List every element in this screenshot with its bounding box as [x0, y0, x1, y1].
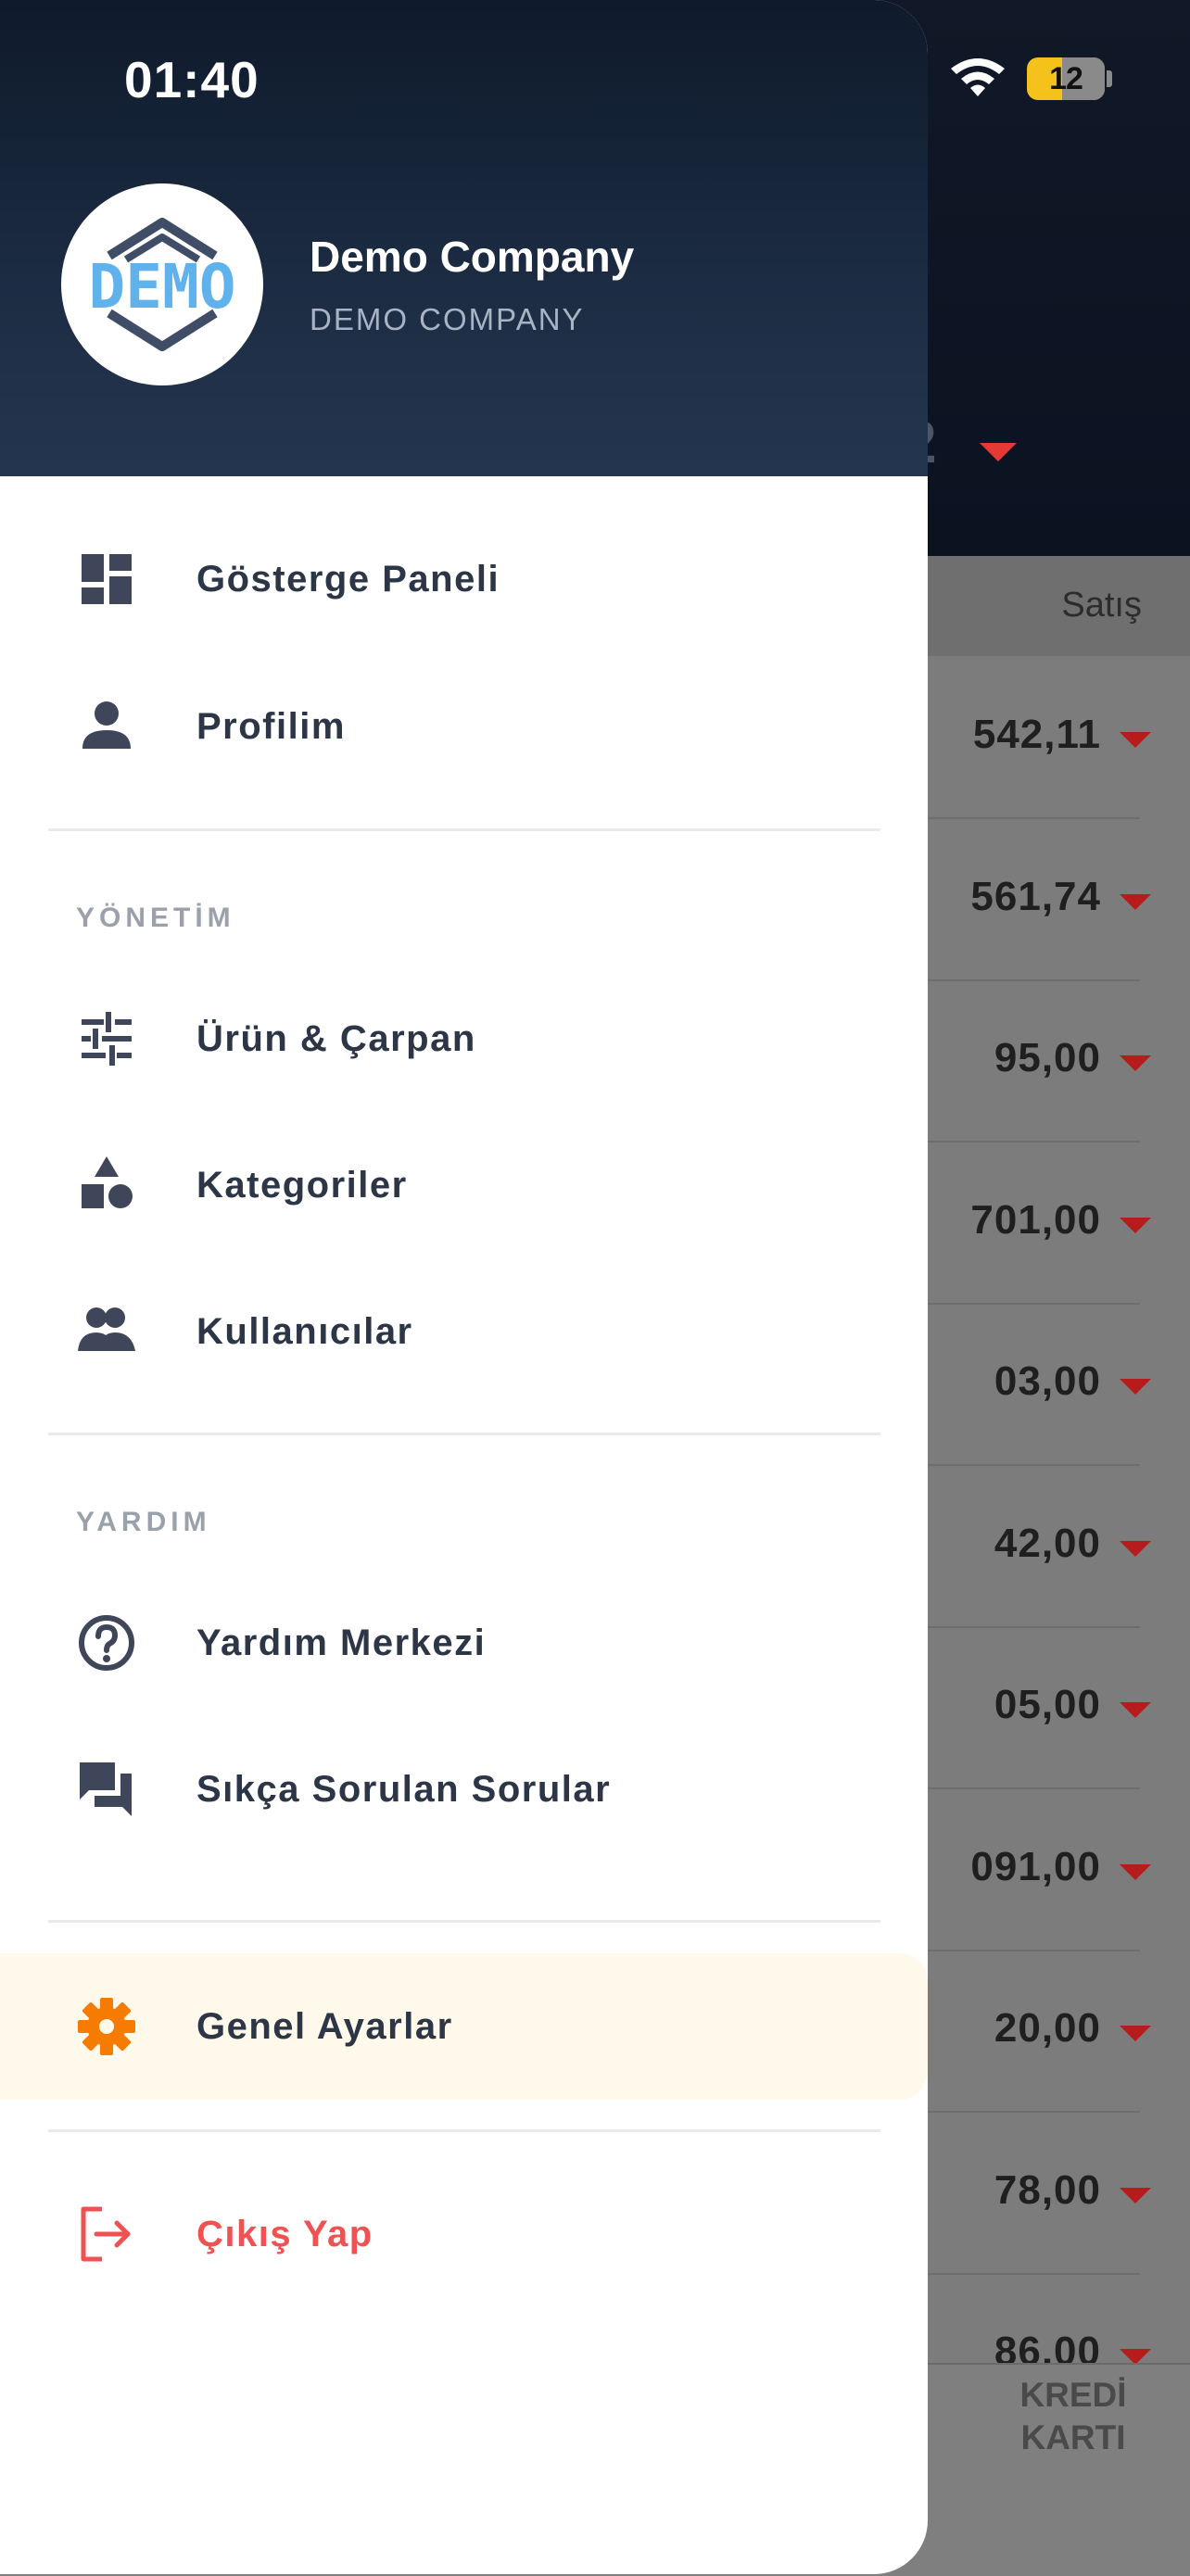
background-row-value: 20,00 — [994, 2005, 1101, 2051]
wifi-icon — [951, 58, 1005, 96]
menu-item-categories[interactable]: Kategoriler — [0, 1116, 928, 1255]
divider-4 — [48, 2129, 880, 2132]
help-circle-icon — [79, 1615, 134, 1671]
battery-level: 12 — [1049, 61, 1083, 96]
menu-item-faq[interactable]: Sıkça Sorulan Sorular — [0, 1720, 928, 1859]
background-row-value: 78,00 — [994, 2166, 1101, 2213]
menu-label-users: Kullanıcılar — [196, 1311, 413, 1352]
menu-label-dashboard: Gösterge Paneli — [196, 559, 500, 600]
background-row-arrow-icon — [1120, 1702, 1151, 1718]
background-row-arrow-icon — [1120, 2026, 1151, 2041]
background-row-arrow-icon — [1120, 1055, 1151, 1071]
menu-label-help-center: Yardım Merkezi — [196, 1623, 487, 1663]
menu-label-product-multiplier: Ürün & Çarpan — [196, 1018, 476, 1059]
column-label-sales: Satış — [1061, 586, 1142, 625]
menu-label-logout: Çıkış Yap — [196, 2214, 373, 2254]
navigation-drawer: 01:40 DEMO Demo Company DEMO COMPANY Gös… — [0, 0, 928, 2574]
background-row-arrow-icon — [1120, 893, 1151, 910]
background-row-arrow-icon — [1120, 2187, 1151, 2203]
background-row-value: 95,00 — [994, 1035, 1101, 1080]
gear-icon — [78, 1998, 135, 2055]
background-row-arrow-icon — [1120, 1540, 1151, 1557]
status-time: 01:40 — [124, 51, 260, 108]
divider-2 — [48, 1433, 880, 1435]
battery-nub — [1107, 70, 1112, 87]
menu-item-logout[interactable]: Çıkış Yap — [0, 2165, 928, 2304]
company-avatar[interactable]: DEMO — [61, 183, 263, 385]
sliders-icon — [82, 1012, 132, 1066]
tab-credit-card[interactable]: KREDİ KARTI — [999, 2374, 1147, 2459]
chat-bubbles-icon — [80, 1762, 132, 1816]
menu-item-dashboard[interactable]: Gösterge Paneli — [0, 510, 928, 649]
logout-icon — [81, 2206, 131, 2262]
menu-item-profile[interactable]: Profilim — [0, 658, 928, 797]
users-icon — [78, 1307, 135, 1351]
background-row-value: 03,00 — [994, 1358, 1101, 1404]
menu-label-faq: Sıkça Sorulan Sorular — [196, 1769, 612, 1810]
category-shapes-icon — [82, 1156, 133, 1208]
battery-icon: 12 — [1027, 57, 1105, 100]
menu-label-profile: Profilim — [196, 706, 346, 747]
company-name: Demo Company — [310, 233, 635, 281]
background-row-value: 701,00 — [970, 1196, 1101, 1243]
background-row-value: 542,11 — [972, 712, 1101, 757]
divider-1 — [48, 828, 880, 831]
background-row-arrow-icon — [1120, 1863, 1151, 1880]
background-row-value: 561,74 — [970, 873, 1101, 919]
tab-credit-card-line1: KREDİ — [1019, 2376, 1127, 2414]
menu-label-general-settings: Genel Ayarlar — [196, 2006, 453, 2047]
background-row-value: 42,00 — [994, 1520, 1101, 1566]
background-row-value: 091,00 — [970, 1843, 1101, 1889]
company-logo-text: DEMO — [89, 251, 236, 322]
menu-item-general-settings[interactable]: Genel Ayarlar — [0, 1957, 928, 2096]
menu-item-users[interactable]: Kullanıcılar — [0, 1262, 928, 1401]
background-row-value: 05,00 — [994, 1682, 1101, 1727]
dashboard-icon — [82, 554, 132, 604]
section-title-management: YÖNETİM — [76, 903, 235, 933]
menu-item-product-multiplier[interactable]: Ürün & Çarpan — [0, 969, 928, 1108]
background-row-arrow-icon — [1120, 732, 1151, 748]
background-row-arrow-icon — [1120, 1379, 1151, 1395]
section-title-help: YARDIM — [76, 1507, 211, 1537]
menu-item-help-center[interactable]: Yardım Merkezi — [0, 1573, 928, 1712]
background-row-arrow-icon — [1120, 1217, 1151, 1233]
tab-credit-card-line2: KARTI — [1020, 2418, 1126, 2456]
company-logo-icon: DEMO — [89, 218, 236, 351]
person-icon — [82, 701, 131, 749]
background-selector-arrow-icon — [980, 443, 1017, 461]
menu-label-categories: Kategoriler — [196, 1165, 408, 1206]
company-subtitle: DEMO COMPANY — [310, 302, 585, 336]
divider-3 — [48, 1920, 880, 1923]
